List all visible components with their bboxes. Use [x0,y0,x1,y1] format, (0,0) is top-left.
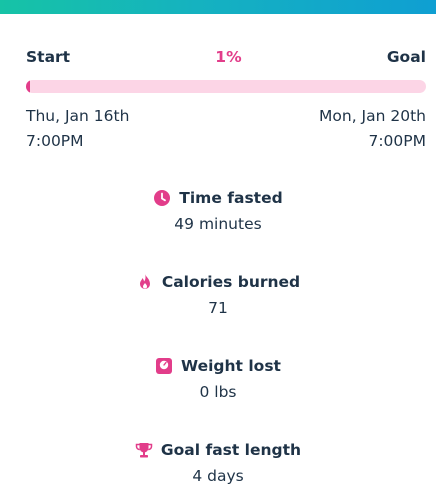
trophy-icon [135,441,153,459]
time-fasted-label: Time fasted [179,189,283,207]
start-time: 7:00PM [26,132,84,150]
flame-icon [136,273,154,291]
progress-header: Start 1% Goal [26,46,426,68]
scale-icon [155,357,173,375]
progress-track [26,80,426,93]
goal-fast-length-label: Goal fast length [160,441,302,459]
start-label: Start [26,48,71,66]
stat-time-fasted: Time fasted 49 minutes [0,187,436,235]
goal-date: Mon, Jan 20th [319,107,426,125]
calories-label: Calories burned [161,273,301,291]
weight-lost-label: Weight lost [181,357,281,375]
progress-percent: 1% [215,48,242,66]
date-range: Thu, Jan 16th 7:00PM Mon, Jan 20th 7:00P… [26,104,426,154]
goal-time: 7:00PM [368,132,426,150]
time-fasted-value: 49 minutes [174,215,262,233]
stat-goal-fast-length: Goal fast length 4 days [0,439,436,487]
goal-label: Goal [386,48,426,66]
clock-icon [153,189,171,207]
calories-value: 71 [208,299,228,317]
goal-fast-length-value: 4 days [192,467,244,485]
goal-date-block: Mon, Jan 20th 7:00PM [319,104,426,154]
stat-calories-burned: Calories burned 71 [0,271,436,319]
header-gradient-bar [0,0,436,14]
progress-fill [26,80,30,93]
start-date: Thu, Jan 16th [26,107,130,125]
start-date-block: Thu, Jan 16th 7:00PM [26,104,129,154]
weight-lost-value: 0 lbs [199,383,237,401]
stat-weight-lost: Weight lost 0 lbs [0,355,436,403]
